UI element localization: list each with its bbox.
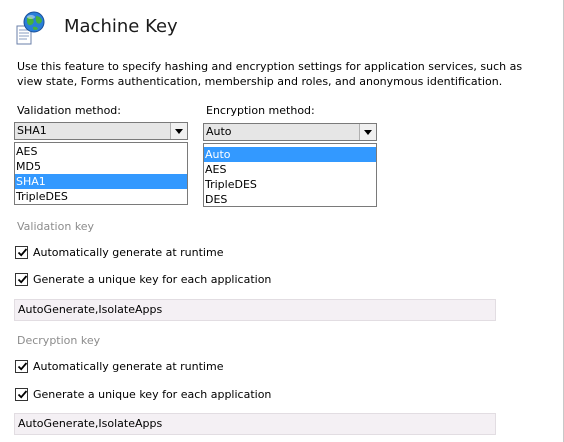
validation-option-tripledes[interactable]: TripleDES xyxy=(15,189,187,204)
encryption-method-select[interactable]: Auto xyxy=(203,123,377,141)
validation-method-dropdown-button[interactable] xyxy=(170,123,187,139)
chevron-down-icon xyxy=(364,129,372,135)
decryption-unique-key-label: Generate a unique key for each applicati… xyxy=(33,388,272,401)
encryption-option-tripledes[interactable]: TripleDES xyxy=(204,177,376,192)
validation-key-textbox[interactable]: AutoGenerate,IsolateApps xyxy=(14,299,496,321)
encryption-option-des[interactable]: DES xyxy=(204,192,376,207)
validation-option-sha1[interactable]: SHA1 xyxy=(15,174,187,189)
encryption-method-value: Auto xyxy=(204,124,360,140)
validation-unique-key-checkbox[interactable] xyxy=(15,273,28,286)
checkmark-icon xyxy=(17,275,28,284)
validation-method-label: Validation method: xyxy=(17,104,122,117)
page-description: Use this feature to specify hashing and … xyxy=(17,60,523,88)
checkmark-icon xyxy=(17,362,28,371)
decryption-auto-generate-checkbox[interactable] xyxy=(15,360,28,373)
chevron-down-icon xyxy=(175,128,183,134)
encryption-option-aes[interactable]: AES xyxy=(204,162,376,177)
validation-auto-generate-checkbox[interactable] xyxy=(15,246,28,259)
encryption-option-auto[interactable]: Auto xyxy=(204,147,376,162)
validation-method-select[interactable]: SHA1 xyxy=(14,122,188,140)
validation-option-aes[interactable]: AES xyxy=(15,144,187,159)
encryption-method-label: Encryption method: xyxy=(206,104,315,117)
decryption-auto-generate-label: Automatically generate at runtime xyxy=(33,360,224,373)
validation-key-section-label: Validation key xyxy=(17,220,95,233)
encryption-method-list[interactable]: Auto AES TripleDES DES xyxy=(203,143,377,207)
encryption-method-dropdown-button[interactable] xyxy=(359,124,376,140)
validation-unique-key-label: Generate a unique key for each applicati… xyxy=(33,273,272,286)
decryption-unique-key-checkbox[interactable] xyxy=(15,388,28,401)
validation-auto-generate-label: Automatically generate at runtime xyxy=(33,246,224,259)
checkmark-icon xyxy=(17,390,28,399)
decryption-key-textbox[interactable]: AutoGenerate,IsolateApps xyxy=(14,413,496,435)
page-title: Machine Key xyxy=(64,16,178,37)
validation-method-value: SHA1 xyxy=(15,123,171,139)
decryption-key-section-label: Decryption key xyxy=(17,334,101,347)
checkmark-icon xyxy=(17,248,28,257)
validation-option-md5[interactable]: MD5 xyxy=(15,159,187,174)
globe-page-icon xyxy=(13,10,47,48)
validation-method-list[interactable]: AES MD5 SHA1 TripleDES xyxy=(14,142,188,205)
